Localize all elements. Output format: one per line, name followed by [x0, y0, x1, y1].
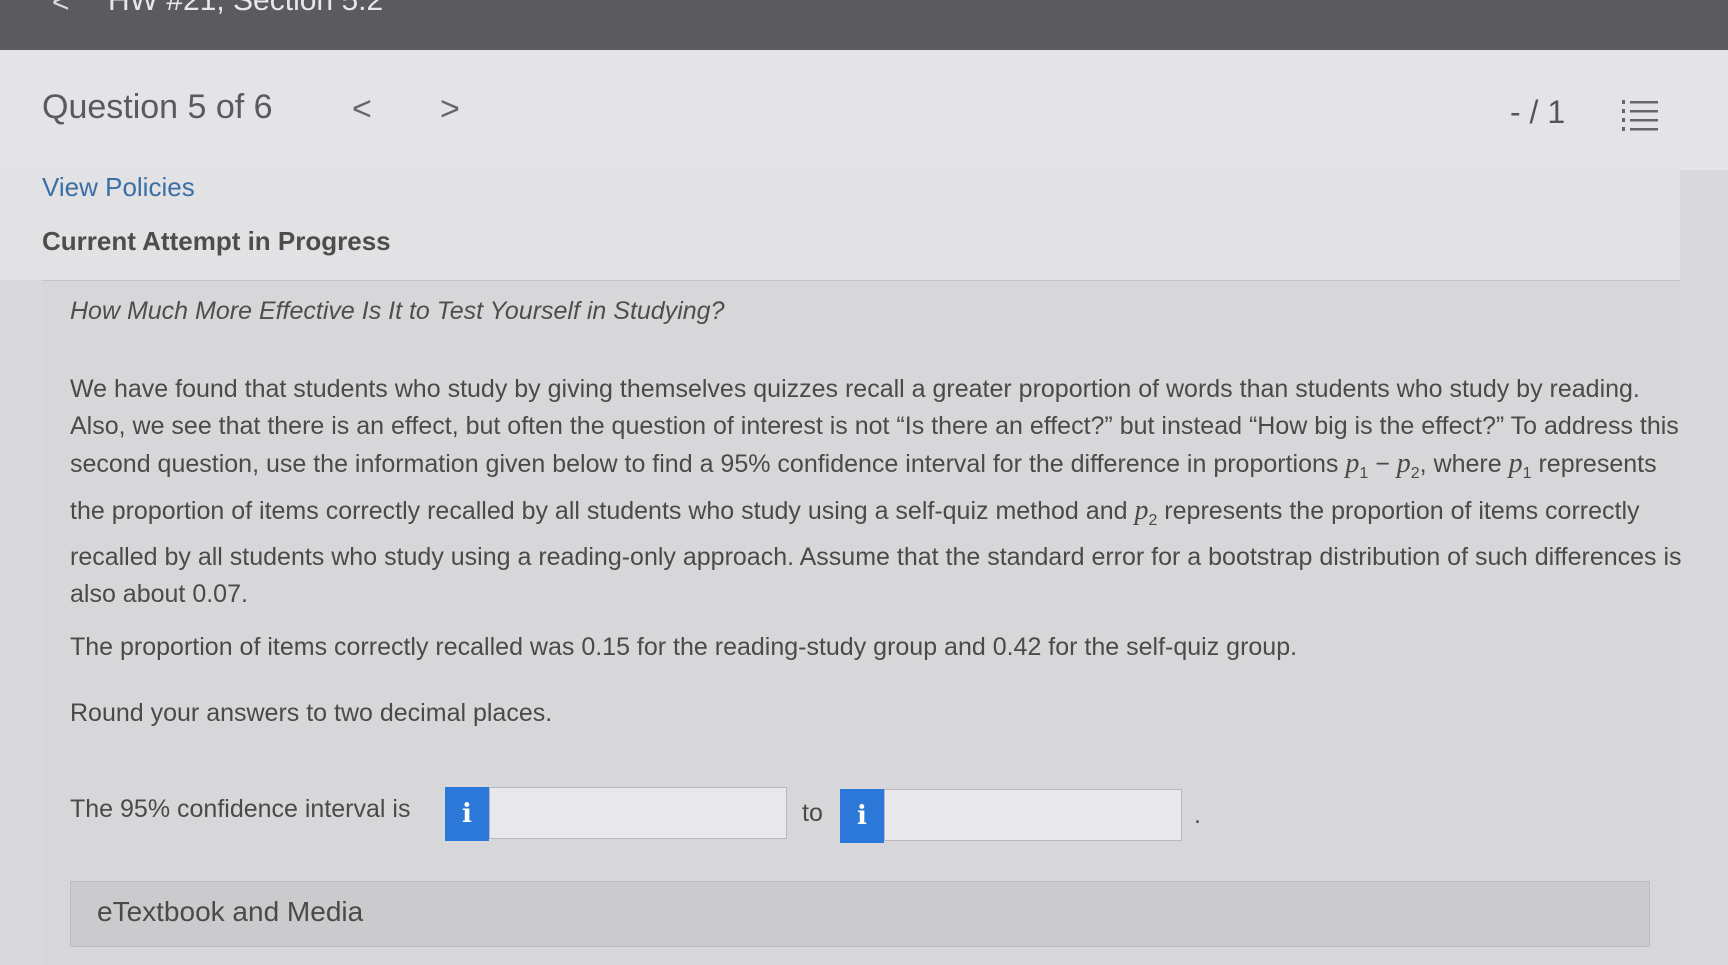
confidence-interval-label: The 95% confidence interval is — [70, 795, 411, 823]
policy-section: View Policies Current Attempt in Progres… — [0, 170, 1680, 280]
question-title: Question 5 of 6 — [42, 88, 273, 126]
score-display: - / 1 — [1510, 94, 1566, 130]
back-arrow-icon[interactable]: < — [52, 0, 70, 20]
next-question-button[interactable]: > — [440, 90, 460, 129]
previous-question-button[interactable]: < — [352, 90, 372, 129]
etextbook-label: eTextbook and Media — [97, 896, 364, 927]
period: . — [1194, 801, 1201, 829]
etextbook-media-button[interactable]: eTextbook and Media — [70, 881, 1650, 947]
upper-bound-input[interactable] — [884, 789, 1182, 841]
assignment-title: HW #21, Section 5.2 — [108, 0, 384, 17]
attempt-status: Current Attempt in Progress — [42, 226, 391, 256]
info-icon[interactable]: i — [445, 787, 489, 841]
top-bar: < HW #21, Section 5.2 — [0, 0, 1728, 50]
question-list-icon[interactable] — [1622, 98, 1658, 132]
view-policies-link[interactable]: View Policies — [42, 172, 195, 203]
question-paragraph: We have found that students who study by… — [70, 375, 1682, 608]
question-content: How Much More Effective Is It to Test Yo… — [42, 280, 1682, 965]
data-paragraph: The proportion of items correctly recall… — [70, 633, 1298, 661]
question-heading: How Much More Effective Is It to Test Yo… — [70, 297, 725, 325]
math-variable: p — [1396, 448, 1411, 479]
question-header: Question 5 of 6 < > - / 1 — [0, 50, 1728, 170]
math-variable: p — [1508, 448, 1523, 479]
math-variable: p — [1134, 495, 1149, 526]
math-variable: p — [1345, 448, 1360, 479]
to-label: to — [802, 799, 823, 827]
info-icon[interactable]: i — [840, 789, 884, 843]
confidence-level: 95% — [720, 450, 771, 478]
lower-bound-input[interactable] — [489, 787, 787, 839]
rounding-instruction: Round your answers to two decimal places… — [70, 699, 553, 727]
